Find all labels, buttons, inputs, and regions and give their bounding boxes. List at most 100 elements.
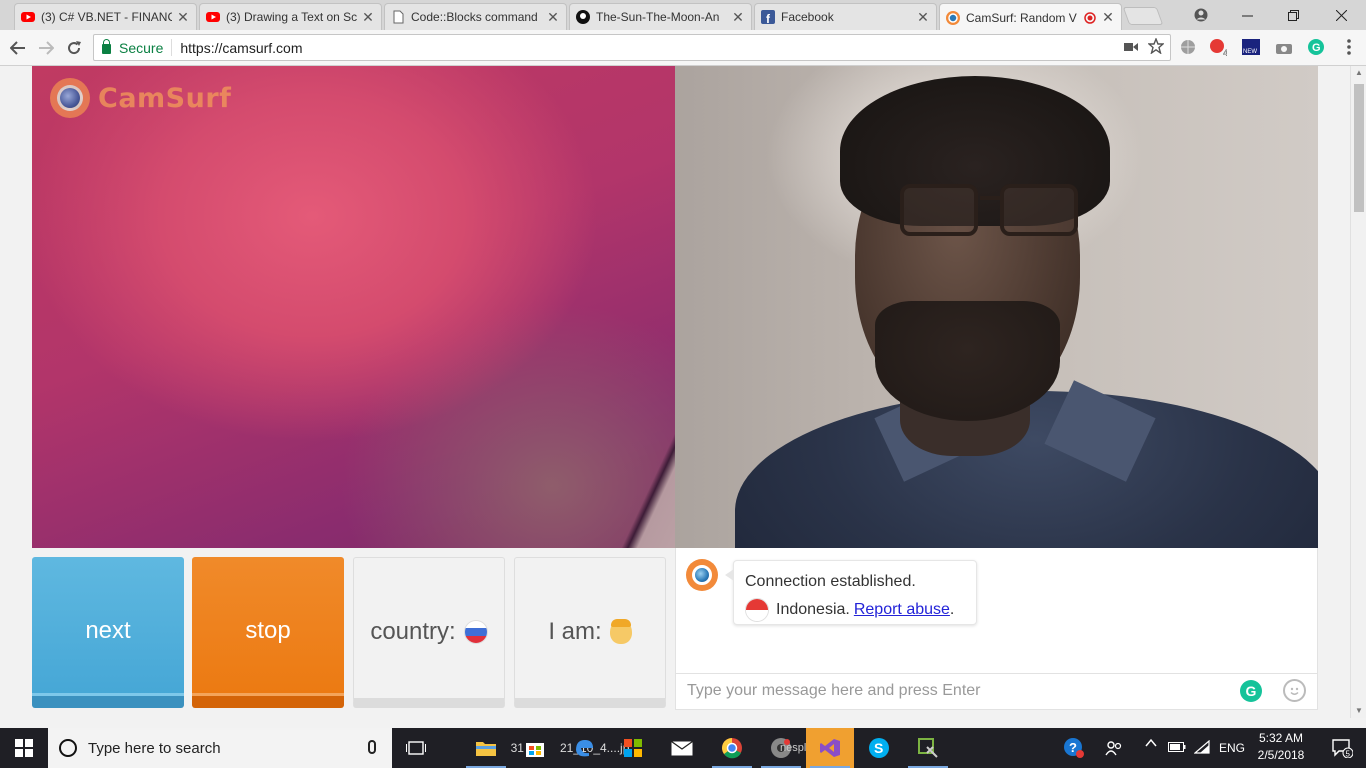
- male-face-icon: [609, 619, 632, 644]
- visual-studio-icon[interactable]: [806, 728, 854, 768]
- people-icon[interactable]: [1094, 728, 1134, 768]
- video-person-glasses-bridge: [980, 196, 1000, 200]
- facebook-icon: f: [761, 10, 775, 24]
- next-button[interactable]: next: [32, 557, 184, 708]
- bookmark-star-icon[interactable]: [1147, 37, 1165, 58]
- tab-facebook[interactable]: f Facebook ✕: [754, 3, 937, 30]
- video-person-glasses-left: [900, 184, 978, 236]
- close-icon[interactable]: ✕: [1101, 9, 1115, 26]
- taskbar-search-placeholder: Type here to search: [88, 739, 221, 757]
- youtube-icon: [206, 10, 220, 24]
- close-icon[interactable]: ✕: [546, 9, 560, 26]
- stop-button[interactable]: stop: [192, 557, 344, 708]
- grammarly-icon[interactable]: G: [1240, 680, 1262, 702]
- wifi-icon[interactable]: [1193, 739, 1210, 757]
- page-scrollbar[interactable]: ▲ ▼: [1350, 66, 1366, 718]
- close-icon[interactable]: ✕: [176, 9, 190, 26]
- svg-text:5: 5: [1346, 750, 1351, 759]
- svg-text:G: G: [1312, 42, 1321, 54]
- browser-tab-strip: (3) C# VB.NET - FINANC ✕ (3) Drawing a T…: [0, 0, 1366, 31]
- forward-arrow-icon[interactable]: [34, 36, 58, 60]
- windows-start-icon[interactable]: [0, 728, 48, 768]
- show-hidden-icons-icon[interactable]: [1144, 736, 1158, 753]
- tab-title: The-Sun-The-Moon-An: [596, 10, 720, 24]
- scroll-down-icon[interactable]: ▼: [1351, 704, 1366, 718]
- secure-indicator[interactable]: Secure: [94, 39, 173, 56]
- devtools-icon[interactable]: [904, 728, 952, 768]
- camsurf-bot-avatar: [686, 559, 718, 591]
- office-icon[interactable]: [609, 728, 657, 768]
- extension-badge-icon[interactable]: 4: [1209, 38, 1227, 56]
- back-arrow-icon[interactable]: [6, 36, 30, 60]
- emoji-picker-icon[interactable]: [1283, 679, 1306, 702]
- close-icon[interactable]: ✕: [731, 9, 745, 26]
- help-badge-icon[interactable]: ?: [1050, 728, 1098, 768]
- report-abuse-link[interactable]: Report abuse: [854, 601, 950, 619]
- camera-in-use-icon[interactable]: [1124, 38, 1138, 58]
- tab-github[interactable]: The-Sun-The-Moon-An ✕: [569, 3, 752, 30]
- mail-icon[interactable]: [658, 728, 706, 768]
- russia-flag-icon: [463, 620, 488, 644]
- gender-select-button[interactable]: I am:: [514, 557, 666, 708]
- address-bar[interactable]: Secure https://camsurf.com: [93, 34, 1171, 61]
- chat-input-placeholder: Type your message here and press Enter: [687, 682, 981, 699]
- report-suffix: .: [949, 601, 955, 618]
- tab-drawing-text[interactable]: (3) Drawing a Text on Sc ✕: [199, 3, 382, 30]
- taskbar-search-box[interactable]: Type here to search: [48, 728, 392, 768]
- remote-video: [675, 66, 1318, 548]
- new-extension-icon[interactable]: NEW: [1242, 38, 1260, 56]
- url-text[interactable]: https://camsurf.com: [172, 40, 302, 56]
- chat-message-input[interactable]: Type your message here and press Enter: [676, 673, 1317, 708]
- store-icon[interactable]: [511, 728, 559, 768]
- tab-title: (3) Drawing a Text on Sc: [226, 10, 357, 24]
- scroll-up-icon[interactable]: ▲: [1351, 66, 1366, 80]
- close-icon[interactable]: ✕: [361, 9, 375, 26]
- window-close-icon[interactable]: [1318, 0, 1364, 30]
- restore-icon[interactable]: [1270, 0, 1316, 30]
- partner-country: Indonesia.: [776, 601, 850, 618]
- new-tab-button[interactable]: [1122, 7, 1164, 25]
- screenshot-camera-icon[interactable]: [1275, 38, 1293, 56]
- grammarly-extension-icon[interactable]: G: [1307, 38, 1325, 56]
- country-filter-label: country:: [370, 618, 456, 645]
- skype-icon[interactable]: S: [855, 728, 903, 768]
- stop-button-label: stop: [245, 616, 291, 644]
- scrollbar-thumb[interactable]: [1354, 84, 1364, 212]
- tab-codeblocks[interactable]: Code::Blocks command ✕: [384, 3, 567, 30]
- camsurf-icon: [946, 10, 960, 25]
- profile-icon[interactable]: [1178, 0, 1224, 30]
- video-person-beard: [875, 301, 1060, 421]
- tab-title: Facebook: [781, 10, 834, 24]
- browser-toolbar: Secure https://camsurf.com 4 NEW G: [0, 30, 1366, 66]
- tab-title: CamSurf: Random V: [966, 10, 1077, 25]
- video-scene-edge: [552, 366, 675, 548]
- connection-status: Connection established.: [745, 573, 916, 590]
- camsurf-logo-text: CamSurf: [98, 82, 232, 114]
- chrome-menu-icon[interactable]: [1340, 38, 1358, 56]
- tab-title: Code::Blocks command: [411, 10, 538, 24]
- camsurf-logo-icon: [50, 78, 90, 118]
- chrome-icon[interactable]: [708, 728, 756, 768]
- battery-icon[interactable]: [1168, 741, 1186, 756]
- reload-icon[interactable]: [62, 36, 86, 60]
- minimize-icon[interactable]: [1224, 0, 1270, 30]
- lock-icon: [102, 39, 111, 54]
- close-icon[interactable]: ✕: [916, 9, 930, 26]
- edge-browser-icon[interactable]: [560, 728, 608, 768]
- taskbar-clock[interactable]: 5:32 AM 2/5/2018: [1254, 730, 1308, 764]
- system-message-bubble: Connection established. Indonesia. Repor…: [725, 560, 977, 625]
- country-filter-button[interactable]: country:: [353, 557, 505, 708]
- action-center-icon[interactable]: 5: [1318, 728, 1366, 768]
- page-icon: [391, 10, 405, 24]
- tab-title: (3) C# VB.NET - FINANC: [41, 10, 172, 24]
- next-button-label: next: [85, 616, 131, 644]
- camsurf-logo[interactable]: CamSurf: [50, 78, 231, 118]
- language-indicator[interactable]: ENG: [1219, 741, 1245, 755]
- tab-csharp-vbnet[interactable]: (3) C# VB.NET - FINANC ✕: [14, 3, 197, 30]
- tab-camsurf[interactable]: CamSurf: Random V ✕: [939, 3, 1122, 31]
- globe-extension-icon[interactable]: [1179, 38, 1197, 56]
- task-view-icon[interactable]: [392, 728, 440, 768]
- secure-label: Secure: [119, 39, 164, 56]
- local-video: [32, 66, 675, 548]
- microphone-icon[interactable]: [368, 740, 376, 754]
